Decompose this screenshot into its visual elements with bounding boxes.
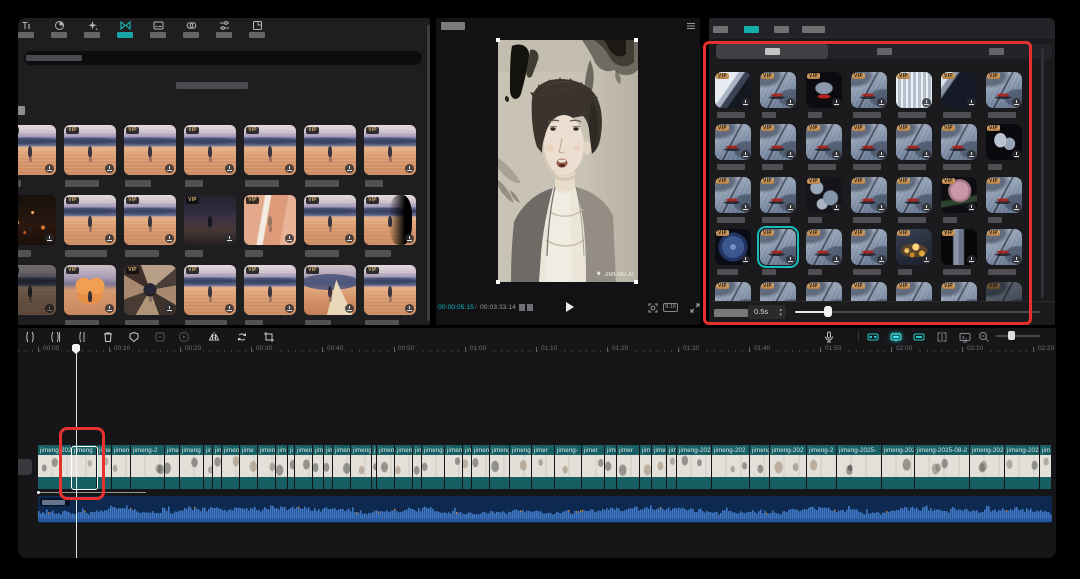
svg-text:JIMENG AI: JIMENG AI xyxy=(604,272,634,278)
